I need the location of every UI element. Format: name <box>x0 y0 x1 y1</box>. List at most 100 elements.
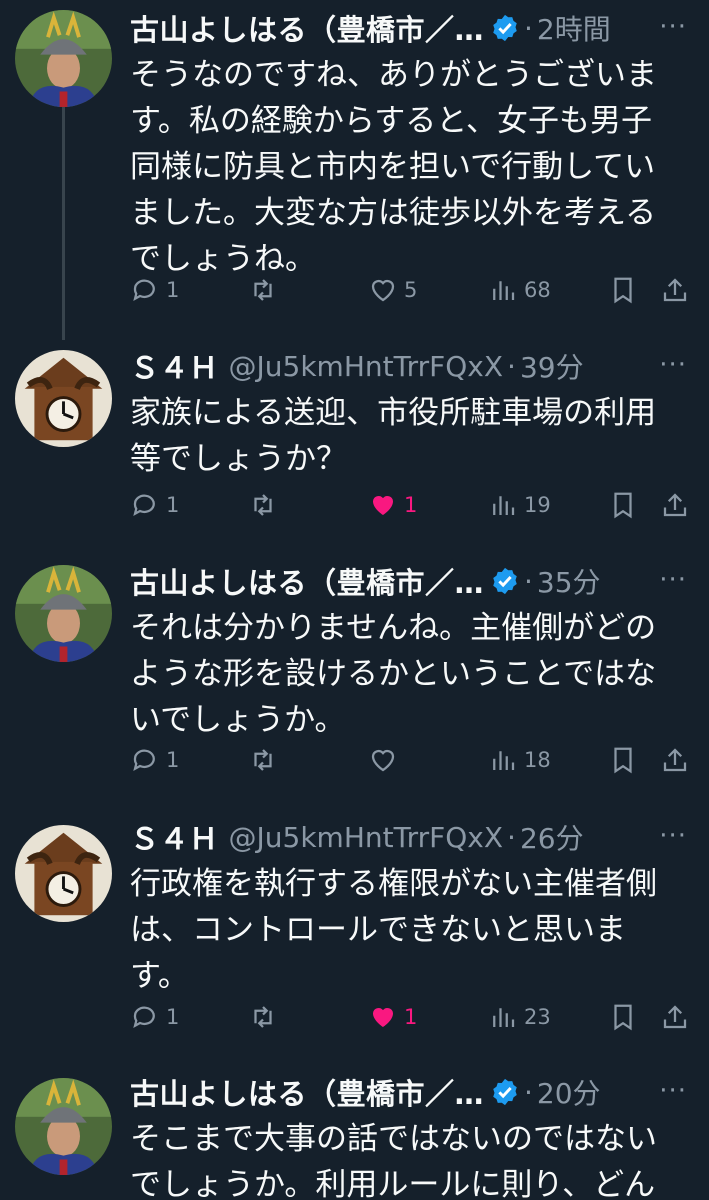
views-icon <box>493 281 515 300</box>
share-button[interactable] <box>660 270 690 310</box>
share-button[interactable] <box>660 740 690 780</box>
share-icon <box>663 748 687 772</box>
bookmark-button[interactable] <box>608 740 638 780</box>
action-bar: 1 18 <box>130 740 694 780</box>
verified-badge-icon <box>493 567 517 595</box>
retweet-button[interactable] <box>248 997 284 1037</box>
retweet-icon <box>254 749 272 771</box>
reply-count: 1 <box>166 278 180 302</box>
separator: · <box>507 349 516 383</box>
timestamp[interactable]: 26分 <box>520 817 584 857</box>
tweet-text: 家族による送迎、市役所駐車場の利用等でしょうか？ <box>130 395 657 477</box>
bookmark-icon <box>614 277 632 304</box>
share-button[interactable] <box>660 485 690 525</box>
user-handle[interactable]: @Ju5kmHntTrrFQxX <box>229 821 504 854</box>
bookmark-button[interactable] <box>608 270 638 310</box>
samurai-helmet-avatar[interactable] <box>15 565 112 662</box>
separator: · <box>507 820 516 854</box>
cuckoo-clock-avatar[interactable] <box>15 825 112 922</box>
tweet-header: 古山よしはる（豊橋市／… · 35分 <box>130 561 694 601</box>
more-options-icon[interactable]: ··· <box>659 821 687 851</box>
timestamp[interactable]: 35分 <box>537 561 601 601</box>
tweet-text: それは分かりませんね。主催側がどのような形を設けるかということではないでしょうか… <box>130 610 657 738</box>
tweet[interactable]: 古山よしはる（豊橋市／… · 2時間 ··· そうなのですね、ありがとうございま… <box>0 0 709 340</box>
heart-icon <box>371 749 395 772</box>
reply-icon <box>133 279 155 301</box>
more-options-icon[interactable]: ··· <box>659 565 687 595</box>
more-options-icon[interactable]: ··· <box>659 1076 687 1106</box>
views-count: 23 <box>524 1005 551 1029</box>
tweet-text: そうなのですね、ありがとうございます。私の経験からすると、女子も男子同様に防具と… <box>130 57 657 277</box>
reply-button[interactable]: 1 <box>130 270 179 310</box>
more-options-icon[interactable]: ··· <box>659 350 687 380</box>
tweet-header: 古山よしはる（豊橋市／… · 20分 <box>130 1072 694 1112</box>
user-handle[interactable]: @Ju5kmHntTrrFQxX <box>229 350 504 383</box>
tweet-header: Ｓ４Ｈ @Ju5kmHntTrrFQxX · 26分 <box>130 817 694 857</box>
reply-icon <box>133 749 155 771</box>
retweet-button[interactable] <box>248 270 284 310</box>
action-bar: 1 5 68 <box>130 270 694 310</box>
reply-count: 1 <box>166 493 180 517</box>
samurai-helmet-avatar[interactable] <box>15 1078 112 1175</box>
share-icon <box>663 493 687 517</box>
views-button[interactable]: 19 <box>488 485 551 525</box>
timestamp[interactable]: 2時間 <box>537 8 611 48</box>
like-button[interactable] <box>368 740 404 780</box>
action-bar: 1 1 23 <box>130 997 694 1037</box>
timestamp[interactable]: 39分 <box>520 346 584 386</box>
views-button[interactable]: 18 <box>488 740 551 780</box>
views-count: 68 <box>524 278 551 302</box>
bookmark-button[interactable] <box>608 997 638 1037</box>
like-button[interactable]: 1 <box>368 997 417 1037</box>
like-button[interactable]: 1 <box>368 485 417 525</box>
share-icon <box>663 1005 687 1029</box>
tweet[interactable]: Ｓ４Ｈ @Ju5kmHntTrrFQxX · 26分 ··· 行政権を執行する権… <box>0 815 709 1070</box>
views-icon <box>493 1008 515 1027</box>
tweet-text: そこまで大事の話ではないのではないでしょうか。利用ルールに則り、どん <box>130 1121 657 1200</box>
tweet[interactable]: Ｓ４Ｈ @Ju5kmHntTrrFQxX · 39分 ··· 家族による送迎、市… <box>0 340 709 555</box>
views-count: 19 <box>524 493 551 517</box>
tweet[interactable]: 古山よしはる（豊橋市／… · 35分 ··· それは分かりませんね。主催側がどの… <box>0 555 709 815</box>
verified-badge-icon <box>493 1078 517 1106</box>
timestamp[interactable]: 20分 <box>537 1072 601 1112</box>
heart-filled-icon <box>373 496 393 515</box>
like-count: 5 <box>404 278 418 302</box>
display-name[interactable]: Ｓ４Ｈ <box>130 817 219 857</box>
display-name[interactable]: 古山よしはる（豊橋市／… <box>130 8 484 48</box>
samurai-helmet-avatar[interactable] <box>15 10 112 107</box>
tweet-header: Ｓ４Ｈ @Ju5kmHntTrrFQxX · 39分 <box>130 346 694 386</box>
retweet-button[interactable] <box>248 740 284 780</box>
separator: · <box>524 1075 533 1109</box>
share-icon <box>663 278 687 302</box>
share-button[interactable] <box>660 997 690 1037</box>
separator: · <box>524 564 533 598</box>
separator: · <box>524 11 533 45</box>
views-button[interactable]: 68 <box>488 270 551 310</box>
cuckoo-clock-avatar[interactable] <box>15 350 112 447</box>
bookmark-icon <box>614 1004 632 1031</box>
tweet-text: 行政権を執行する権限がない主催者側は、コントロールできないと思います。 <box>130 866 657 994</box>
display-name[interactable]: 古山よしはる（豊橋市／… <box>130 561 484 601</box>
views-count: 18 <box>524 748 551 772</box>
heart-filled-icon <box>373 1008 393 1027</box>
tweet[interactable]: 古山よしはる（豊橋市／… · 20分 ··· そこまで大事の話ではないのではない… <box>0 1070 709 1200</box>
display-name[interactable]: 古山よしはる（豊橋市／… <box>130 1072 484 1112</box>
reply-icon <box>133 1006 155 1028</box>
reply-button[interactable]: 1 <box>130 740 179 780</box>
display-name[interactable]: Ｓ４Ｈ <box>130 346 219 386</box>
like-count: 1 <box>404 493 418 517</box>
reply-button[interactable]: 1 <box>130 997 179 1037</box>
retweet-icon <box>254 279 272 301</box>
like-button[interactable]: 5 <box>368 270 417 310</box>
views-button[interactable]: 23 <box>488 997 551 1037</box>
views-icon <box>493 751 515 770</box>
reply-button[interactable]: 1 <box>130 485 179 525</box>
like-count: 1 <box>404 1005 418 1029</box>
retweet-button[interactable] <box>248 485 284 525</box>
bookmark-icon <box>614 492 632 519</box>
heart-icon <box>371 279 395 302</box>
more-options-icon[interactable]: ··· <box>659 12 687 42</box>
bookmark-button[interactable] <box>608 485 638 525</box>
reply-count: 1 <box>166 748 180 772</box>
reply-count: 1 <box>166 1005 180 1029</box>
